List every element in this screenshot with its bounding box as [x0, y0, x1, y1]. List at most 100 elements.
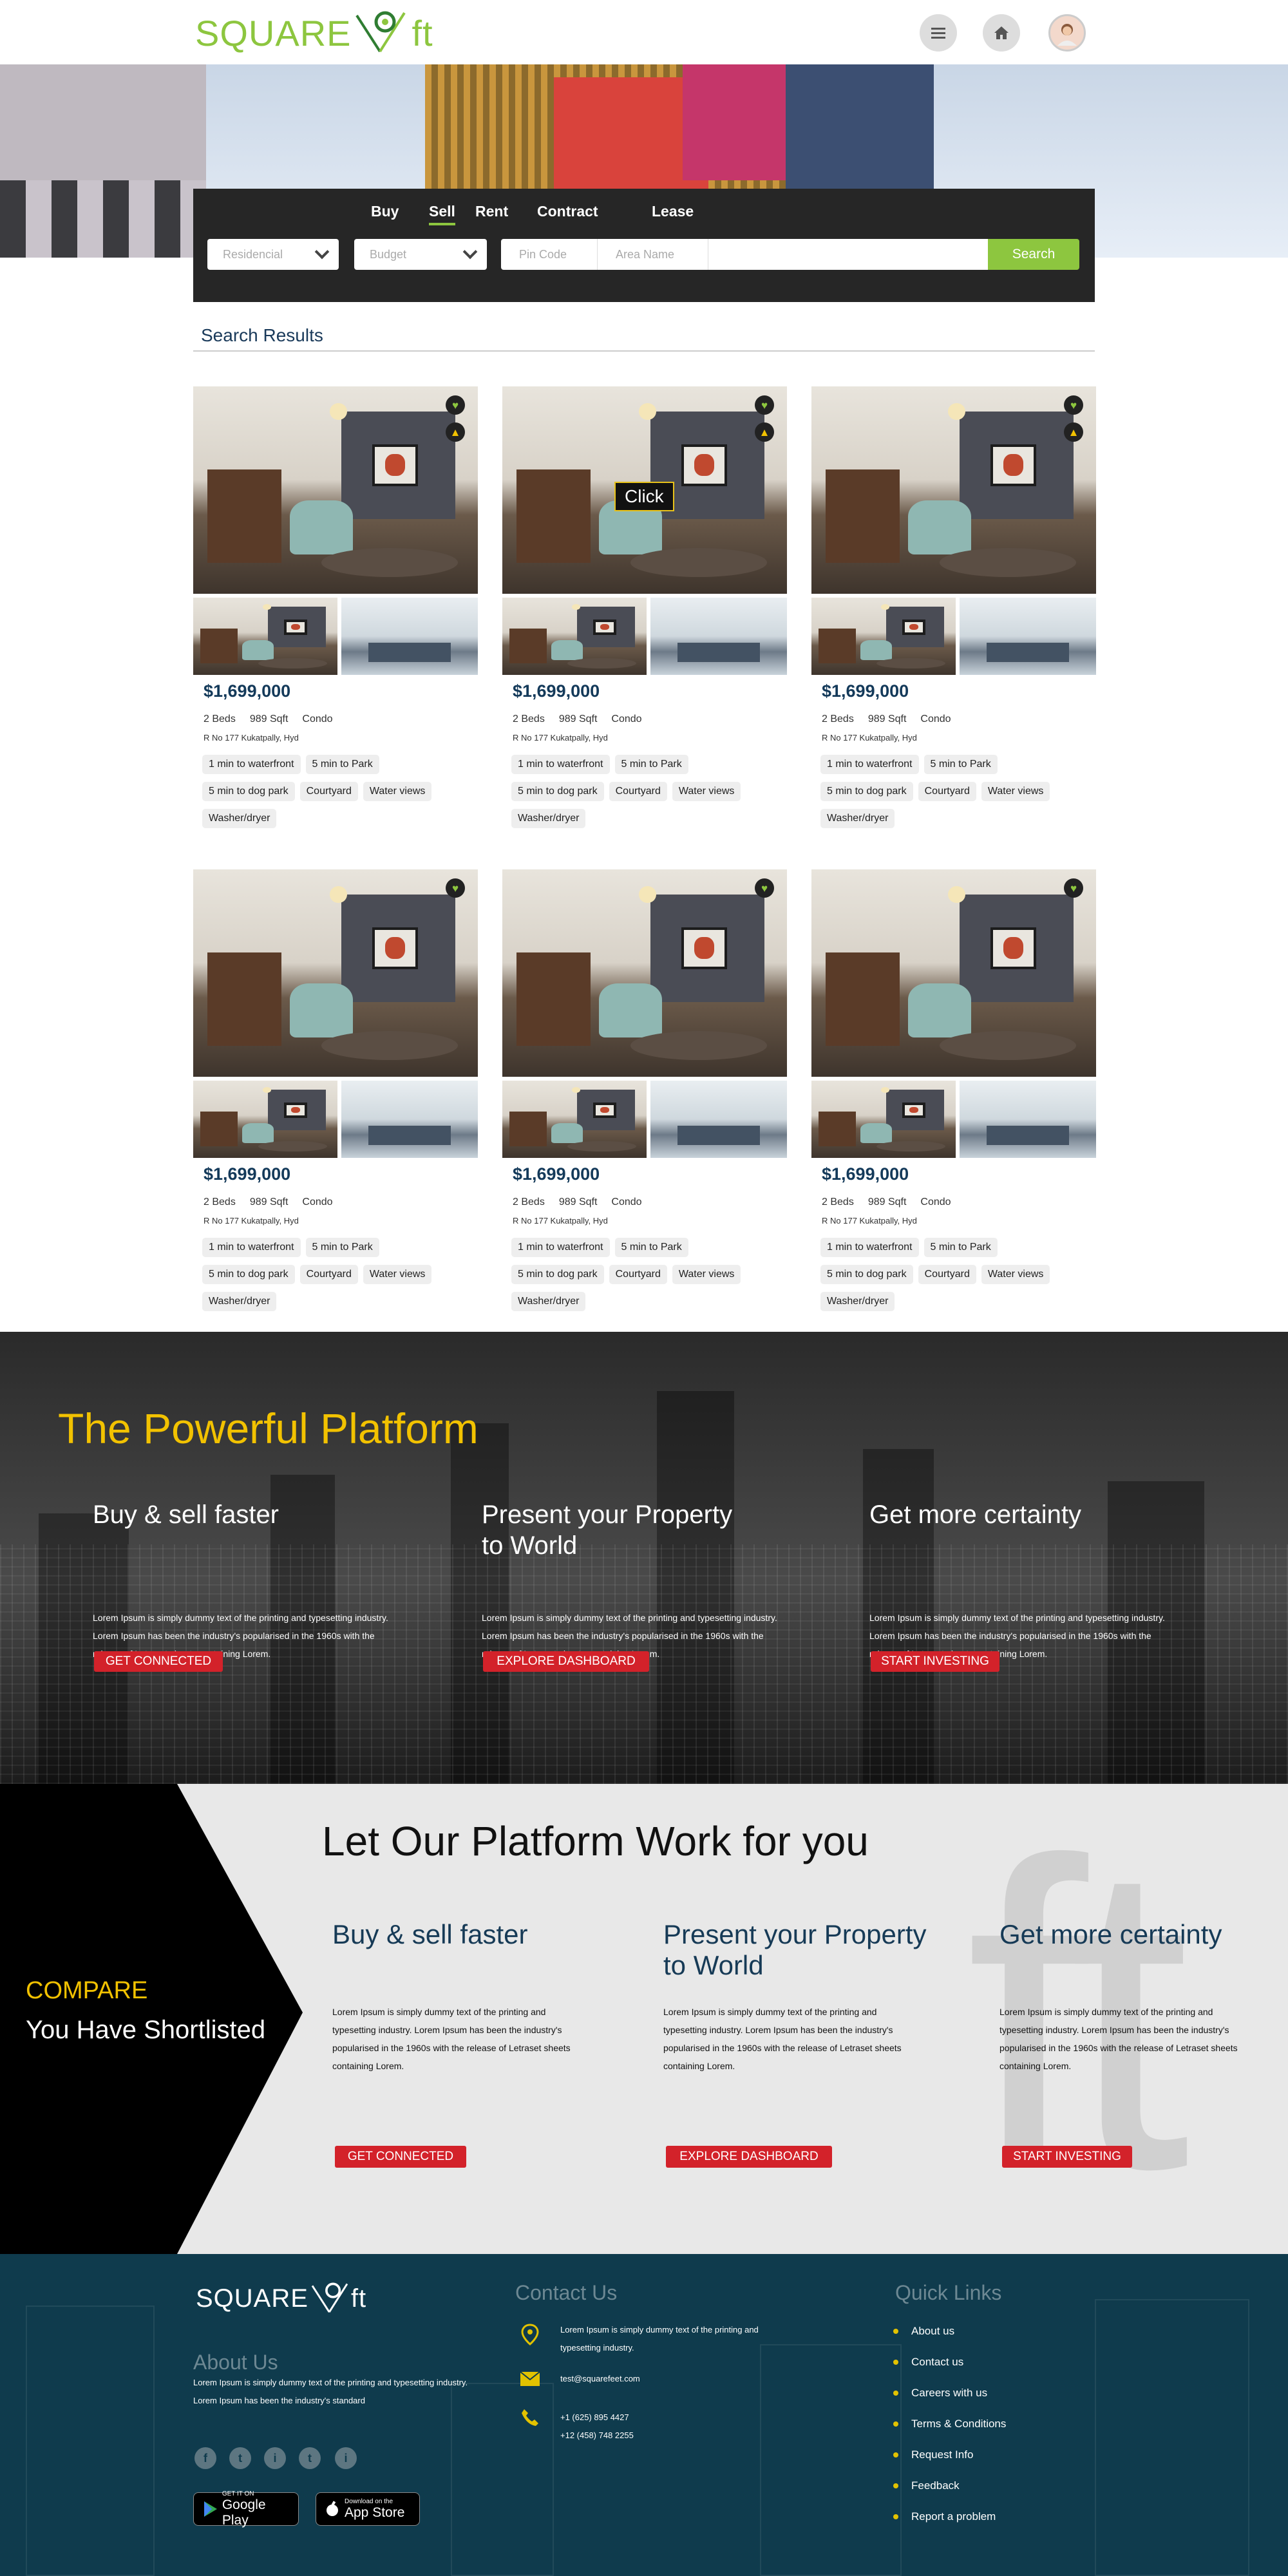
search-button[interactable]: Search: [988, 239, 1079, 270]
tab-contract[interactable]: Contract: [537, 203, 598, 220]
quick-link-request-info[interactable]: Request Info: [893, 2448, 973, 2461]
budget-select[interactable]: Budget: [354, 239, 487, 270]
home-button[interactable]: [983, 14, 1020, 52]
contact-phone-1[interactable]: +1 (625) 895 4427: [560, 2409, 629, 2427]
property-thumbnail[interactable]: [650, 598, 787, 675]
feature-chips: 1 min to waterfront 5 min to Park 5 min to…: [202, 1238, 473, 1319]
quick-link-contact[interactable]: Contact us: [893, 2356, 963, 2369]
site-logo[interactable]: SQUARE ft: [195, 9, 433, 57]
quick-link-report[interactable]: Report a problem: [893, 2510, 996, 2523]
property-thumbnail[interactable]: [341, 598, 478, 675]
property-thumbnail[interactable]: [341, 1081, 478, 1158]
get-connected-button[interactable]: GET CONNECTED: [94, 1651, 223, 1672]
property-main-image[interactable]: ♥: [193, 869, 478, 1077]
fire-icon[interactable]: ▲: [446, 422, 465, 442]
property-main-image[interactable]: ♥ ▲: [811, 386, 1096, 594]
pincode-input[interactable]: Pin Code: [501, 239, 598, 270]
area-sqft: 989 Sqft: [249, 1197, 289, 1208]
contact-phone-2[interactable]: +12 (458) 748 2255: [560, 2427, 634, 2445]
mail-icon: [519, 2370, 541, 2392]
start-investing-button[interactable]: START INVESTING: [1002, 2146, 1132, 2168]
heart-icon[interactable]: ♥: [446, 878, 465, 898]
property-card[interactable]: ♥ $1,699,000 2 Beds 989 Sqft Condo R No 177 K…: [193, 869, 478, 1320]
logo-pin-icon: [311, 2282, 348, 2313]
tab-sell[interactable]: Sell: [429, 203, 455, 225]
feature-chip: Courtyard: [918, 1265, 976, 1284]
property-thumbnail[interactable]: [811, 598, 956, 675]
area-name-input[interactable]: Area Name: [598, 239, 708, 270]
heart-icon[interactable]: ♥: [1064, 878, 1083, 898]
room-photo: [193, 386, 478, 594]
twitter-icon[interactable]: t: [299, 2447, 321, 2469]
explore-dashboard-button[interactable]: EXPLORE DASHBOARD: [666, 2146, 832, 2168]
property-card[interactable]: ♥ ▲ Click $1,699,000 2 Beds 989 Sqft Condo R No…: [502, 386, 787, 837]
app-store-badge[interactable]: Download on the App Store: [316, 2492, 420, 2526]
feature-chip: Washer/dryer: [202, 1292, 277, 1311]
property-main-image[interactable]: ♥ ▲ Click: [502, 386, 787, 594]
room-photo: [193, 598, 337, 675]
get-connected-button[interactable]: GET CONNECTED: [335, 2146, 466, 2168]
heart-icon[interactable]: ♥: [446, 395, 465, 415]
quick-link-terms[interactable]: Terms & Conditions: [893, 2418, 1006, 2430]
property-main-image[interactable]: ♥: [811, 869, 1096, 1077]
heart-icon[interactable]: ♥: [1064, 395, 1083, 415]
property-thumbnail[interactable]: [193, 1081, 337, 1158]
user-avatar[interactable]: [1048, 14, 1086, 52]
quick-link-feedback[interactable]: Feedback: [893, 2479, 960, 2492]
property-card[interactable]: ♥ ▲ $1,699,000 2 Beds 989 Sqft Condo R No 177 …: [193, 386, 478, 837]
menu-button[interactable]: [920, 14, 957, 52]
twitter-icon[interactable]: t: [229, 2447, 251, 2469]
feature-chip: 5 min to Park: [923, 1238, 998, 1257]
contact-email[interactable]: test@squarefeet.com: [560, 2370, 640, 2388]
platform-column: Present your Property to World Lorem Ips…: [482, 1499, 817, 1659]
heart-icon[interactable]: ♥: [755, 878, 774, 898]
property-thumbnail[interactable]: [811, 1081, 956, 1158]
facebook-icon[interactable]: f: [194, 2447, 216, 2469]
property-main-image[interactable]: ♥: [502, 869, 787, 1077]
property-card[interactable]: ♥ $1,699,000 2 Beds 989 Sqft Condo R No 177 K…: [502, 869, 787, 1320]
store-large-text: Google Play: [222, 2497, 266, 2528]
fire-icon[interactable]: ▲: [755, 422, 774, 442]
menu-icon: [931, 28, 945, 39]
fire-icon[interactable]: ▲: [1064, 422, 1083, 442]
tab-lease[interactable]: Lease: [652, 203, 694, 220]
search-text-input[interactable]: [708, 239, 988, 270]
room-photo: [502, 1081, 647, 1158]
property-type: Condo: [920, 714, 951, 724]
property-card[interactable]: ♥ $1,699,000 2 Beds 989 Sqft Condo R No 177 K…: [811, 869, 1096, 1320]
tab-rent[interactable]: Rent: [475, 203, 508, 220]
work-column: Get more certainty Lorem Ipsum is simply…: [999, 1919, 1288, 2071]
feature-chip: Courtyard: [299, 1265, 358, 1284]
start-investing-button[interactable]: START INVESTING: [871, 1651, 999, 1672]
quick-link-about[interactable]: About us: [893, 2325, 954, 2338]
property-card[interactable]: ♥ ▲ $1,699,000 2 Beds 989 Sqft Condo R No 177 …: [811, 386, 1096, 837]
footer-logo[interactable]: SQUARE ft: [196, 2281, 366, 2316]
explore-dashboard-button[interactable]: EXPLORE DASHBOARD: [483, 1651, 649, 1672]
area-sqft: 989 Sqft: [249, 714, 289, 724]
compare-label[interactable]: COMPARE: [26, 1977, 147, 2005]
property-type-select[interactable]: Residencial: [207, 239, 339, 270]
feature-chip: 5 min to dog park: [820, 782, 913, 801]
property-thumbnail[interactable]: [650, 1081, 787, 1158]
property-thumbnail[interactable]: [960, 598, 1096, 675]
tab-buy[interactable]: Buy: [371, 203, 399, 220]
heart-icon[interactable]: ♥: [755, 395, 774, 415]
feature-chip: 1 min to waterfront: [202, 1238, 301, 1257]
logo-text-ft: ft: [412, 12, 433, 53]
property-specs: 2 Beds 989 Sqft Condo: [822, 714, 965, 725]
property-thumbnail[interactable]: [502, 1081, 647, 1158]
property-thumbnail[interactable]: [193, 598, 337, 675]
room-photo: [811, 598, 956, 675]
property-type: Condo: [302, 714, 333, 724]
property-main-image[interactable]: ♥ ▲: [193, 386, 478, 594]
instagram-icon[interactable]: i: [264, 2447, 286, 2469]
column-heading: Buy & sell faster: [332, 1919, 528, 1949]
room-photo: [502, 869, 787, 1077]
property-thumbnail[interactable]: [960, 1081, 1096, 1158]
quick-link-careers[interactable]: Careers with us: [893, 2387, 987, 2400]
shortlisted-label[interactable]: You Have Shortlisted: [26, 2016, 265, 2045]
instagram-icon[interactable]: i: [335, 2447, 357, 2469]
property-thumbnail[interactable]: [502, 598, 647, 675]
contact-title: Contact Us: [515, 2281, 618, 2304]
google-play-badge[interactable]: GET IT ON Google Play: [193, 2490, 299, 2528]
